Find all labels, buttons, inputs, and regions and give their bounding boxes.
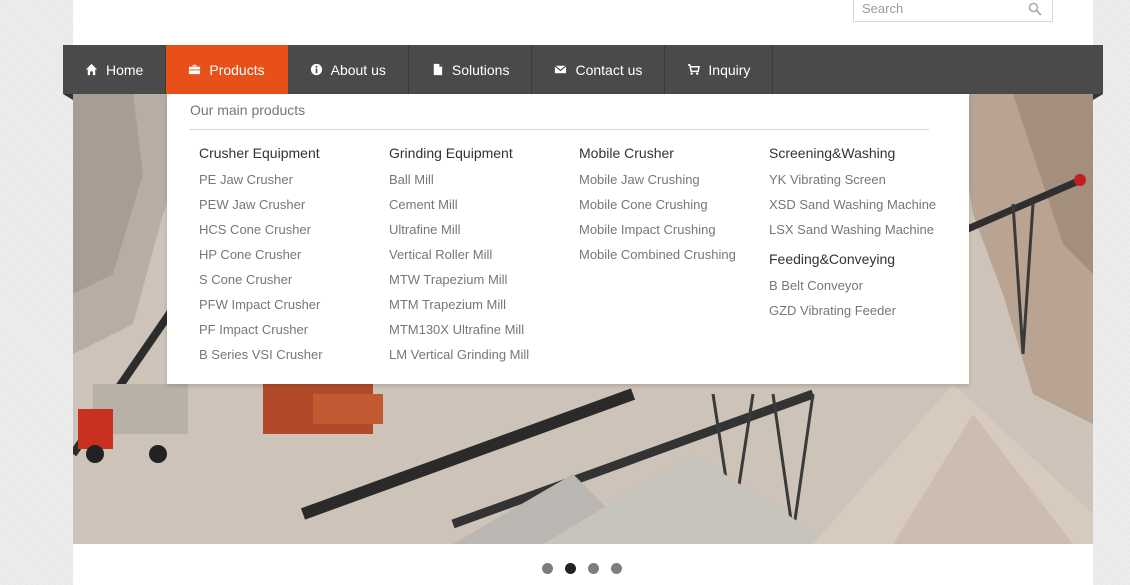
- column-heading[interactable]: Screening&Washing: [769, 144, 949, 166]
- product-link[interactable]: MTM Trapezium Mill: [389, 296, 569, 321]
- product-link[interactable]: MTM130X Ultrafine Mill: [389, 321, 569, 346]
- search-icon[interactable]: [1028, 2, 1042, 16]
- product-link[interactable]: XSD Sand Washing Machine: [769, 196, 949, 221]
- column-heading[interactable]: Crusher Equipment: [199, 144, 379, 166]
- product-link[interactable]: Ultrafine Mill: [389, 221, 569, 246]
- nav-item-solutions[interactable]: Solutions: [409, 45, 533, 94]
- product-link[interactable]: PFW Impact Crusher: [199, 296, 379, 321]
- dropdown-divider: [189, 129, 929, 130]
- product-link[interactable]: YK Vibrating Screen: [769, 171, 949, 196]
- cart-icon: [688, 64, 701, 75]
- product-link[interactable]: GZD Vibrating Feeder: [769, 302, 949, 327]
- product-link[interactable]: Mobile Impact Crushing: [579, 221, 759, 246]
- product-link[interactable]: B Belt Conveyor: [769, 277, 949, 302]
- slider-pagination: [542, 563, 622, 574]
- nav-ribbon-fold-right: [1093, 94, 1103, 100]
- search-input[interactable]: [854, 0, 1019, 21]
- home-icon: [85, 63, 98, 76]
- dropdown-column-crusher: Crusher Equipment PE Jaw Crusher PEW Jaw…: [199, 144, 379, 371]
- product-link[interactable]: PEW Jaw Crusher: [199, 196, 379, 221]
- nav-ribbon-fold-left: [63, 94, 73, 100]
- product-link[interactable]: Mobile Cone Crushing: [579, 196, 759, 221]
- nav-item-label: About us: [330, 61, 386, 78]
- nav-item-label: Inquiry: [708, 61, 751, 78]
- product-link[interactable]: Ball Mill: [389, 171, 569, 196]
- envelope-icon: [555, 65, 567, 74]
- slider-dot-active[interactable]: [565, 563, 576, 574]
- product-link[interactable]: LSX Sand Washing Machine: [769, 221, 949, 246]
- nav-item-about[interactable]: About us: [288, 45, 409, 94]
- products-dropdown-menu: Our main products Crusher Equipment PE J…: [167, 94, 969, 384]
- product-link[interactable]: HCS Cone Crusher: [199, 221, 379, 246]
- product-link[interactable]: PF Impact Crusher: [199, 321, 379, 346]
- column-subheading[interactable]: Feeding&Conveying: [769, 250, 949, 272]
- nav-item-label: Solutions: [451, 61, 510, 78]
- dropdown-column-mobile: Mobile Crusher Mobile Jaw Crushing Mobil…: [579, 144, 759, 271]
- search-box: [853, 0, 1053, 22]
- nav-item-contact[interactable]: Contact us: [532, 45, 666, 94]
- product-link[interactable]: LM Vertical Grinding Mill: [389, 346, 569, 371]
- product-link[interactable]: B Series VSI Crusher: [199, 346, 379, 371]
- nav-item-label: Products: [209, 61, 265, 78]
- dropdown-column-screening: Screening&Washing YK Vibrating Screen XS…: [769, 144, 949, 327]
- nav-item-inquiry[interactable]: Inquiry: [665, 45, 774, 94]
- slider-dot[interactable]: [542, 563, 553, 574]
- column-heading[interactable]: Mobile Crusher: [579, 144, 759, 166]
- product-link[interactable]: PE Jaw Crusher: [199, 171, 379, 196]
- nav-item-label: Contact us: [575, 61, 643, 78]
- product-link[interactable]: Mobile Combined Crushing: [579, 246, 759, 271]
- document-icon: [433, 63, 443, 76]
- product-link[interactable]: Mobile Jaw Crushing: [579, 171, 759, 196]
- column-heading[interactable]: Grinding Equipment: [389, 144, 569, 166]
- main-navigation: Home Products About us Solutions Contact…: [63, 45, 1103, 94]
- product-link[interactable]: HP Cone Crusher: [199, 246, 379, 271]
- nav-item-home[interactable]: Home: [63, 45, 167, 94]
- nav-item-label: Home: [106, 61, 144, 78]
- slider-dot[interactable]: [611, 563, 622, 574]
- product-link[interactable]: MTW Trapezium Mill: [389, 271, 569, 296]
- slider-dot[interactable]: [588, 563, 599, 574]
- product-link[interactable]: Vertical Roller Mill: [389, 246, 569, 271]
- info-icon: [310, 63, 322, 76]
- briefcase-icon: [189, 64, 201, 75]
- dropdown-column-grinding: Grinding Equipment Ball Mill Cement Mill…: [389, 144, 569, 371]
- dropdown-title: Our main products: [190, 102, 306, 118]
- nav-item-products[interactable]: Products: [166, 45, 288, 94]
- product-link[interactable]: Cement Mill: [389, 196, 569, 221]
- product-link[interactable]: S Cone Crusher: [199, 271, 379, 296]
